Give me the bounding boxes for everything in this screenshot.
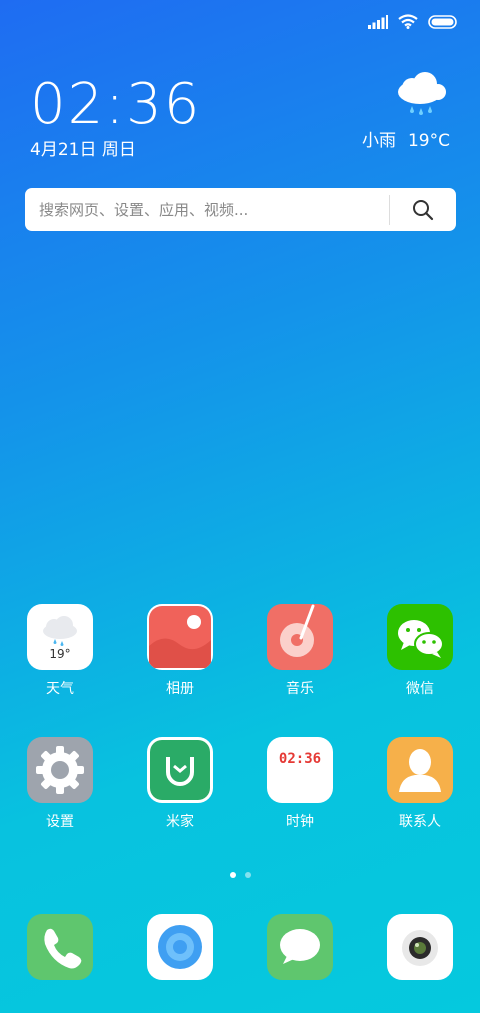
dock [0,914,480,980]
app-music[interactable]: 音乐 [240,604,360,698]
weather-app-icon-temp: 19° [49,647,70,661]
browser-app-icon [147,914,213,980]
app-row-1: 19° 天气 相册 音乐 微信 [0,604,480,698]
clock-app-icon: 02:36 [267,737,333,803]
gallery-app-icon [147,604,213,670]
wifi-icon [398,14,418,29]
app-label: 相册 [166,681,194,697]
app-gallery[interactable]: 相册 [120,604,240,698]
signal-icon [368,14,388,29]
app-wechat[interactable]: 微信 [360,604,480,698]
status-bar [368,14,458,29]
page-indicator[interactable] [0,872,480,878]
search-button[interactable] [390,188,456,231]
search-bar[interactable]: 搜索网页、设置、应用、视频... [25,188,456,231]
app-label: 联系人 [399,814,441,830]
phone-app-icon [27,914,93,980]
app-label: 音乐 [286,681,314,697]
app-browser[interactable] [120,914,240,980]
app-label: 天气 [46,681,74,697]
music-app-icon [267,604,333,670]
app-row-2: 设置 米家 02:36 时钟 联系人 [0,737,480,831]
clock-date: 4月21日 周日 [30,140,136,160]
app-camera[interactable] [360,914,480,980]
app-settings[interactable]: 设置 [0,737,120,831]
search-icon [413,199,434,220]
page-dot-active[interactable] [229,872,236,878]
rain-cloud-icon [398,72,446,115]
app-label: 微信 [406,681,434,697]
battery-icon [428,14,457,29]
mijia-app-icon [147,737,213,803]
app-label: 设置 [46,814,74,830]
weather-condition: 小雨 [361,131,396,151]
wechat-app-icon [387,604,453,670]
clock-app-icon-time: 02:36 [279,751,321,767]
page-dot[interactable] [244,872,251,878]
app-label: 时钟 [286,814,314,830]
app-phone[interactable] [0,914,120,980]
app-mijia[interactable]: 米家 [120,737,240,831]
settings-app-icon [27,737,93,803]
weather-temp: 19°C [407,131,450,151]
messages-app-icon [267,914,333,980]
contacts-app-icon [387,737,453,803]
search-input[interactable]: 搜索网页、设置、应用、视频... [25,199,389,220]
app-weather[interactable]: 19° 天气 [0,604,120,698]
app-label: 米家 [166,814,194,830]
camera-app-icon [387,914,453,980]
weather-app-icon: 19° [27,604,93,670]
app-clock[interactable]: 02:36 时钟 [240,737,360,831]
weather-widget[interactable]: 小雨 19°C [362,70,450,151]
app-messages[interactable] [240,914,360,980]
clock-widget[interactable]: 02:36 4月21日 周日 [30,72,202,161]
clock-time: 02:36 [30,72,202,137]
app-contacts[interactable]: 联系人 [360,737,480,831]
